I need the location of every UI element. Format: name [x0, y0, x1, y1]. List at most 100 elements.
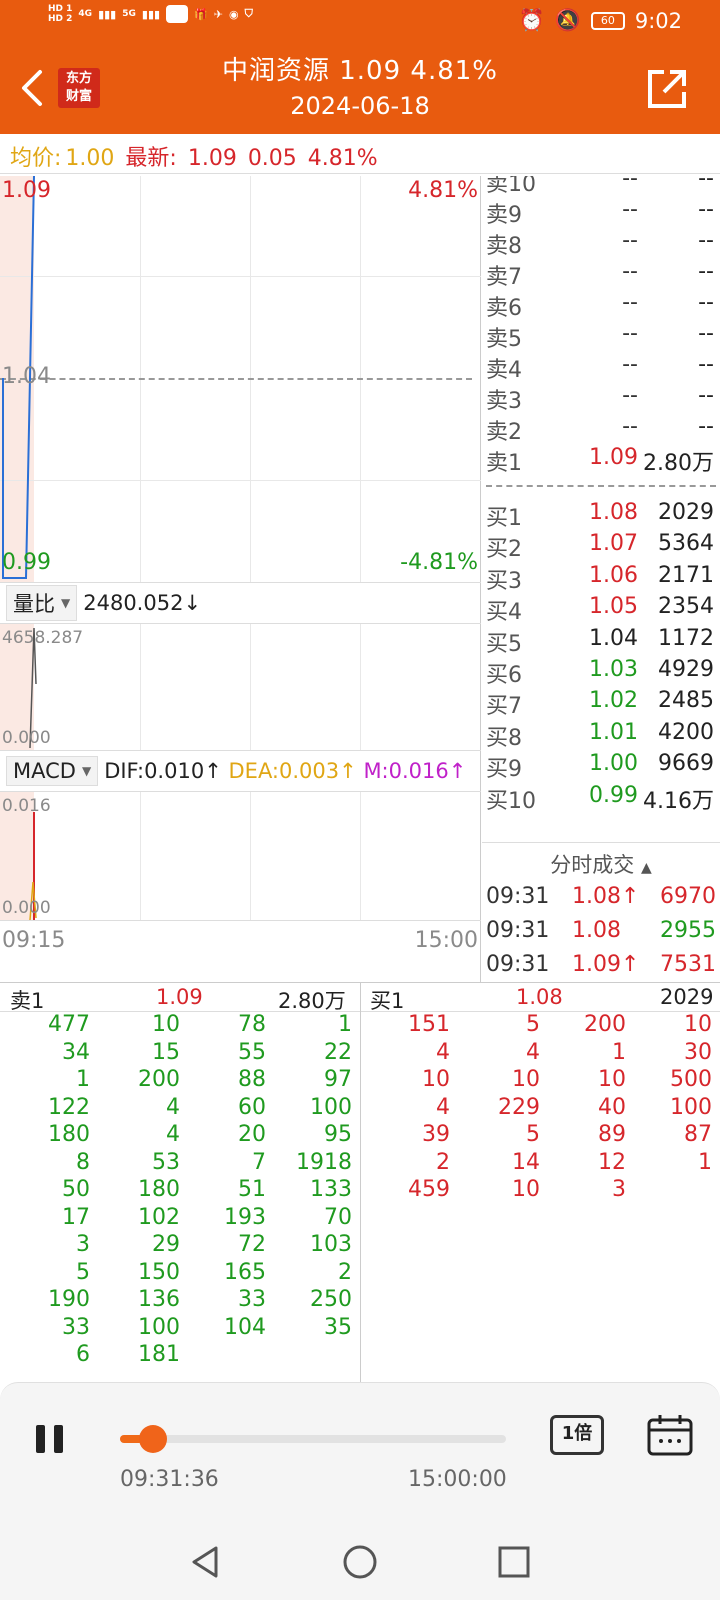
queue-cell: 10 [684, 1012, 712, 1037]
level-volume: 2.80万 [643, 451, 714, 476]
status-left: HD 1 HD 2 4G ▮▮▮ 5G ▮▮▮ 🎁 ✈ ◉ ⛉ [48, 4, 253, 24]
time-axis-end: 15:00 [414, 928, 478, 953]
queue-cell: 29 [152, 1232, 180, 1257]
vol-ratio-value: 2480.052 [83, 591, 184, 615]
calendar-icon[interactable] [646, 1413, 694, 1457]
level-price: -- [622, 176, 638, 191]
level-label: 卖9 [486, 203, 522, 228]
level-volume: -- [698, 383, 714, 408]
queue-cell: 200 [138, 1067, 180, 1092]
dropdown-icon: ▼ [61, 596, 71, 610]
macd-bar: MACD ▼ DIF:0.010 ↑ DEA:0.003 ↑ M:0.016 ↑ [0, 750, 481, 792]
alarm-icon: ⏰ [518, 8, 545, 32]
sell-level-row[interactable]: 卖8 -- -- [482, 228, 720, 260]
buy-level-row[interactable]: 买3 1.06 2171 [482, 563, 720, 595]
queue-cell: 10 [422, 1067, 450, 1092]
level-volume: 2354 [658, 594, 714, 620]
buy-level-row[interactable]: 买8 1.01 4200 [482, 720, 720, 752]
queue-cell: 150 [138, 1259, 180, 1285]
latest-label: 最新: [125, 146, 177, 171]
level-label: 卖4 [486, 358, 522, 383]
queue-cell: 180 [138, 1177, 180, 1202]
queue-cell: 34 [62, 1039, 90, 1065]
queue-cell: 89 [598, 1122, 626, 1147]
buy-level-row[interactable]: 买5 1.04 1172 [482, 626, 720, 658]
vol-min-label: 0.000 [2, 728, 51, 748]
sell-level-row[interactable]: 卖2 -- -- [482, 414, 720, 446]
queue-cell: 200 [584, 1012, 626, 1037]
nav-home-icon[interactable] [340, 1542, 380, 1582]
queue-cell: 17 [62, 1204, 90, 1230]
buy-level-row[interactable]: 买6 1.03 4929 [482, 657, 720, 689]
level-label: 卖6 [486, 296, 522, 321]
buy-level-row[interactable]: 买9 1.00 9669 [482, 751, 720, 783]
level-price: -- [622, 352, 638, 377]
vol-ratio-bar: 量比 ▼ 2480.052 ↓ [0, 582, 481, 624]
buy-level-row[interactable]: 买4 1.05 2354 [482, 594, 720, 626]
status-right: ⏰ 🔕 60 9:02 [519, 8, 682, 33]
level-price: 1.01 [589, 719, 638, 745]
queue-cell: 1918 [296, 1149, 352, 1175]
mail-icon [166, 5, 189, 23]
queue-cell: 3 [612, 1177, 626, 1202]
queue-cell: 5 [526, 1012, 540, 1037]
level-price: -- [622, 228, 638, 253]
queue-cell: 190 [48, 1287, 90, 1312]
level-price: 1.03 [589, 657, 638, 682]
sell-level-row[interactable]: 卖5 -- -- [482, 321, 720, 353]
sell-level-row[interactable]: 卖6 -- -- [482, 290, 720, 322]
indicator-select-volratio[interactable]: 量比 ▼ [6, 585, 78, 621]
detail-buy-vol: 2029 [660, 985, 714, 1009]
up-arrow-icon: ↑ [339, 759, 357, 783]
buy-level-row[interactable]: 买1 1.08 2029 [482, 500, 720, 532]
trade-time: 09:31 [486, 952, 550, 977]
level-price: 1.02 [589, 688, 638, 714]
sell-level-row[interactable]: 卖1 1.09 2.80万 [482, 445, 720, 477]
sell-level-row[interactable]: 卖10 -- -- [482, 176, 720, 198]
level-volume: -- [698, 352, 714, 377]
order-book[interactable]: 卖10 -- -- 卖9 -- -- 卖8 -- -- 卖7 -- -- 卖6 -- -- 卖5 -- -- 卖4 -… [482, 176, 720, 982]
trade-time: 09:31 [486, 918, 550, 943]
sell-level-row[interactable]: 卖7 -- -- [482, 259, 720, 291]
level-volume: -- [698, 290, 714, 315]
queue-cell: 2 [436, 1149, 450, 1175]
queue-cell: 12 [598, 1149, 626, 1175]
replay-date[interactable]: 2024-06-18 [0, 92, 720, 120]
sell-level-row[interactable]: 卖4 -- -- [482, 352, 720, 384]
intraday-chart[interactable]: 1.09 4.81% 1.04 0.99 -4.81% 量比 ▼ 2480.052… [0, 176, 481, 982]
sell-level-row[interactable]: 卖9 -- -- [482, 197, 720, 229]
buy-level-row[interactable]: 买10 0.99 4.16万 [482, 783, 720, 815]
progress-slider[interactable] [120, 1425, 506, 1453]
queue-cell: 193 [224, 1204, 266, 1230]
level-volume: 9669 [658, 751, 714, 777]
app-header: HD 1 HD 2 4G ▮▮▮ 5G ▮▮▮ 🎁 ✈ ◉ ⛉ ⏰ 🔕 60 9:… [0, 0, 720, 134]
level-label: 买9 [486, 757, 522, 783]
sell-level-row[interactable]: 卖3 -- -- [482, 383, 720, 415]
share-icon[interactable] [644, 66, 690, 112]
queue-cell: 3 [76, 1232, 90, 1257]
queue-cell: 5 [76, 1259, 90, 1285]
nav-recents-icon[interactable] [494, 1542, 534, 1582]
level-volume: 4929 [658, 657, 714, 682]
dif-value: DIF:0.010 [104, 759, 205, 783]
buy-level-row[interactable]: 买7 1.02 2485 [482, 688, 720, 720]
buy-level-row[interactable]: 买2 1.07 5364 [482, 531, 720, 563]
detail-sell-price: 1.09 [156, 985, 203, 1009]
queue-cell: 40 [598, 1094, 626, 1120]
signal-bars-icon: ▮▮▮ [98, 7, 117, 21]
speed-button[interactable]: 1倍 [550, 1415, 604, 1455]
queue-cell: 136 [138, 1287, 180, 1312]
level-price: -- [622, 290, 638, 315]
nav-back-icon[interactable] [186, 1542, 226, 1582]
level-volume: 4.16万 [643, 788, 714, 814]
price-line [2, 176, 35, 579]
indicator-select-macd[interactable]: MACD ▼ [6, 756, 99, 786]
price-low-label: 0.99 [2, 550, 51, 575]
level-price: 1.05 [589, 594, 638, 620]
clock: 9:02 [634, 8, 682, 33]
queue-cell: 6 [76, 1342, 90, 1367]
pause-icon[interactable] [34, 1423, 66, 1455]
trades-header[interactable]: 分时成交 ▲ [482, 842, 720, 882]
slider-handle[interactable] [139, 1425, 168, 1453]
queue-cell: 1 [698, 1149, 712, 1175]
